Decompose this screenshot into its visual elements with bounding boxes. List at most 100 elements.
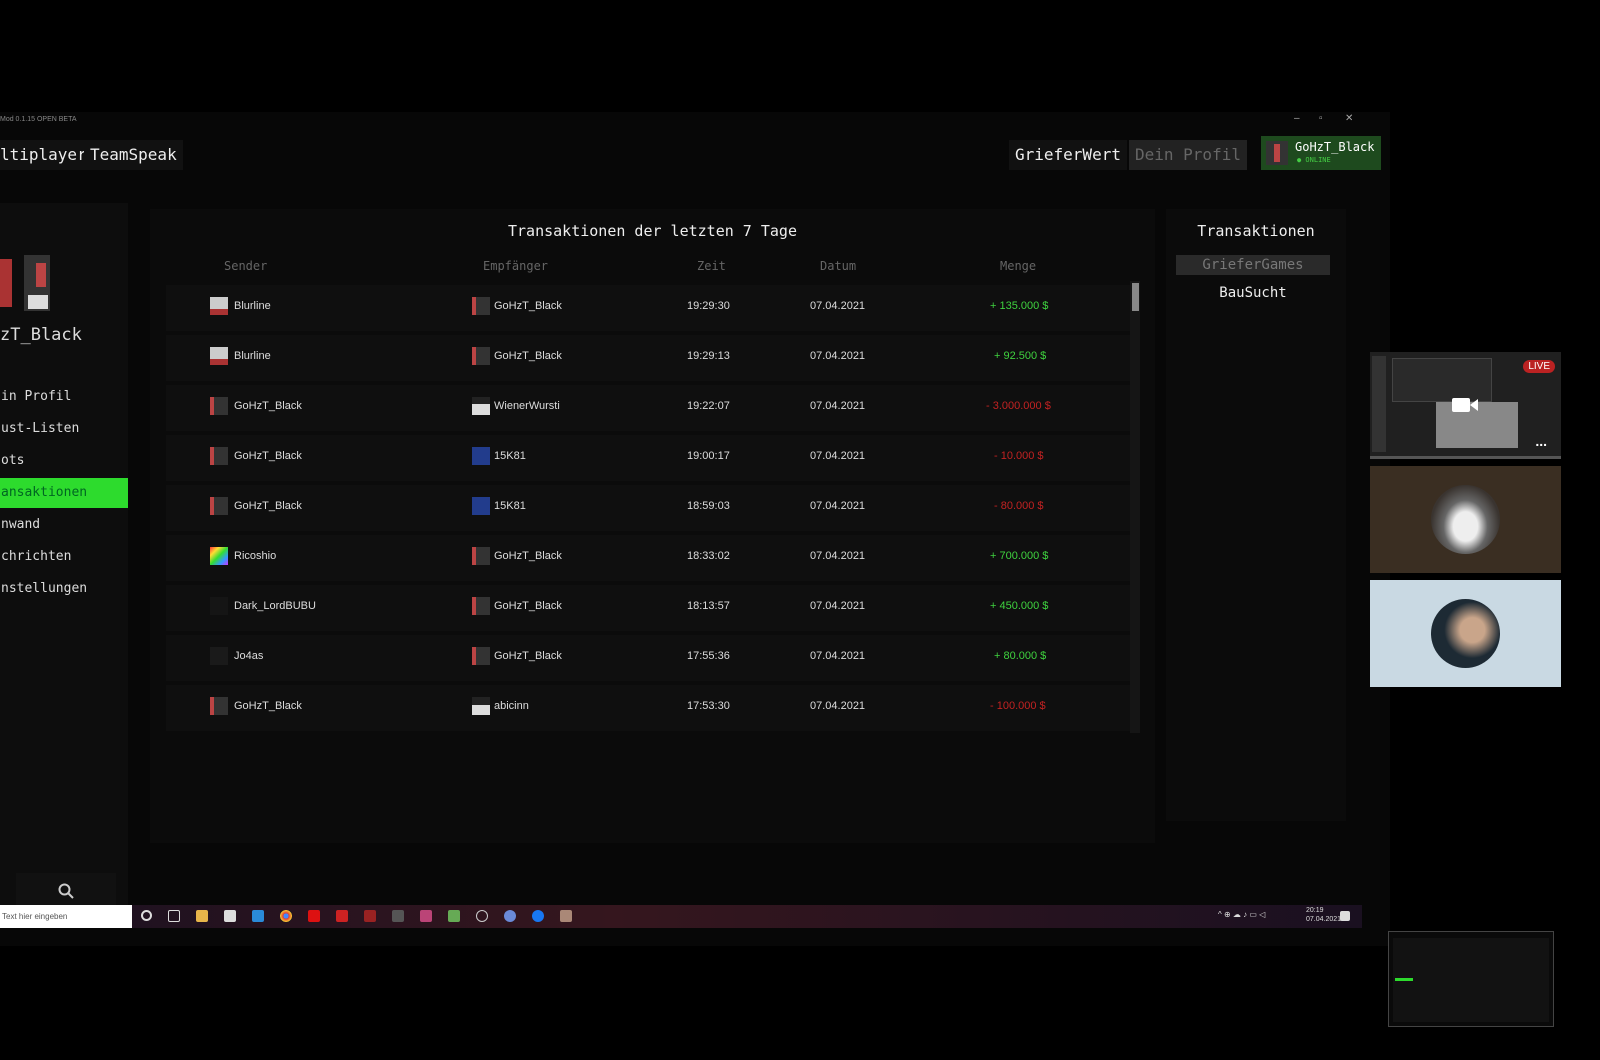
amount-cell: + 135.000 $ xyxy=(990,300,1049,312)
table-row[interactable]: Dark_LordBUBU GoHzT_Black 18:13:57 07.04… xyxy=(166,585,1132,631)
clock[interactable]: 20:19 07.04.2021 xyxy=(1306,906,1341,924)
participant-avatar xyxy=(1431,599,1500,668)
table-row[interactable]: Blurline GoHzT_Black 19:29:13 07.04.2021… xyxy=(166,335,1132,381)
receiver-name: 15K81 xyxy=(494,450,526,462)
sidebar-item-profil[interactable]: in Profil xyxy=(0,382,128,412)
maximize-button[interactable]: ▫ xyxy=(1319,113,1323,124)
amount-cell: + 92.500 $ xyxy=(994,350,1047,362)
sender-name: GoHzT_Black xyxy=(234,700,302,712)
discord-icon[interactable] xyxy=(504,910,516,922)
app-icon-dark[interactable] xyxy=(392,910,404,922)
top-navigation: ltiplayer TeamSpeak GrieferWert Dein Pro… xyxy=(0,140,1390,180)
sender-avatar xyxy=(210,447,228,465)
column-header-sender: Sender xyxy=(224,259,268,273)
cortana-icon[interactable] xyxy=(141,910,152,921)
obs-icon[interactable] xyxy=(476,910,488,922)
sidebar-item-transaktionen[interactable]: ansaktionen xyxy=(0,478,128,508)
minecraft-icon[interactable] xyxy=(448,910,460,922)
time-cell: 17:53:30 xyxy=(687,700,730,712)
tray-icons[interactable]: ^ ⊕ ☁ ♪ ▭ ◁ xyxy=(1218,910,1265,919)
time-cell: 19:29:30 xyxy=(687,300,730,312)
amount-cell: + 450.000 $ xyxy=(990,600,1049,612)
taskbar-search-input[interactable]: Text hier eingeben xyxy=(0,905,132,928)
game-window: Mod 0.1.15 OPEN BETA – ▫ ✕ ltiplayer Tea… xyxy=(0,112,1390,946)
user-profile-chip[interactable]: GoHzT_Black ● ONLINE xyxy=(1261,136,1381,170)
sidebar: zT_Black in Profil ust-Listen ots ansakt… xyxy=(0,203,128,913)
sender-avatar xyxy=(210,397,228,415)
minimize-button[interactable]: – xyxy=(1294,113,1300,124)
bausucht-button[interactable]: BauSucht xyxy=(1176,283,1330,303)
table-row[interactable]: GoHzT_Black WienerWursti 19:22:07 07.04.… xyxy=(166,385,1132,431)
notifications-icon[interactable] xyxy=(1340,911,1350,921)
multiplayer-tab[interactable]: ltiplayer xyxy=(0,140,93,170)
sender-avatar xyxy=(210,497,228,515)
receiver-name: GoHzT_Black xyxy=(494,600,562,612)
transactions-side-panel: Transaktionen GrieferGames BauSucht xyxy=(1166,209,1346,821)
facebook-icon[interactable] xyxy=(532,910,544,922)
table-row[interactable]: Ricoshio GoHzT_Black 18:33:02 07.04.2021… xyxy=(166,535,1132,581)
participant-tile-2[interactable] xyxy=(1370,580,1561,687)
receiver-avatar xyxy=(472,597,490,615)
date-cell: 07.04.2021 xyxy=(810,600,866,612)
column-header-menge: Menge xyxy=(1000,259,1037,273)
date-cell: 07.04.2021 xyxy=(810,350,866,362)
sidebar-item-pinnwand[interactable]: nwand xyxy=(0,510,128,540)
sidebar-item-plots[interactable]: ots xyxy=(0,446,128,476)
table-row[interactable]: GoHzT_Black 15K81 19:00:17 07.04.2021 - … xyxy=(166,435,1132,481)
app-icon-red[interactable] xyxy=(308,910,320,922)
date-cell: 07.04.2021 xyxy=(810,550,866,562)
date-cell: 07.04.2021 xyxy=(810,400,866,412)
date-cell: 07.04.2021 xyxy=(810,700,866,712)
sidebar-item-nachrichten[interactable]: chrichten xyxy=(0,542,128,572)
clock-date: 07.04.2021 xyxy=(1306,916,1342,923)
labymod-icon[interactable] xyxy=(560,910,572,922)
time-cell: 18:59:03 xyxy=(687,500,730,512)
mail-icon[interactable] xyxy=(252,910,264,922)
receiver-name: WienerWursti xyxy=(494,400,560,412)
app-icon-pink[interactable] xyxy=(420,910,432,922)
grieferdames-button[interactable]: GrieferGames xyxy=(1176,255,1330,275)
receiver-avatar xyxy=(472,697,490,715)
column-header-datum: Datum xyxy=(820,259,857,273)
amount-cell: - 3.000.000 $ xyxy=(986,400,1051,412)
store-icon[interactable] xyxy=(224,910,236,922)
table-row[interactable]: Blurline GoHzT_Black 19:29:30 07.04.2021… xyxy=(166,285,1132,331)
sidebar-item-einstellungen[interactable]: nstellungen xyxy=(0,574,128,604)
app-icon-msi[interactable] xyxy=(364,910,376,922)
close-button[interactable]: ✕ xyxy=(1345,113,1353,124)
screen-share-tile[interactable]: LIVE ... xyxy=(1370,352,1561,459)
side-panel-title: Transaktionen xyxy=(1197,222,1315,240)
table-row[interactable]: GoHzT_Black abicinn 17:53:30 07.04.2021 … xyxy=(166,685,1132,731)
sender-name: Blurline xyxy=(234,300,271,312)
sender-avatar xyxy=(210,297,228,315)
search-icon xyxy=(58,883,74,899)
chrome-icon[interactable] xyxy=(280,910,292,922)
table-row[interactable]: Jo4as GoHzT_Black 17:55:36 07.04.2021 + … xyxy=(166,635,1132,681)
time-cell: 19:22:07 xyxy=(687,400,730,412)
sender-avatar xyxy=(210,347,228,365)
file-explorer-icon[interactable] xyxy=(196,910,208,922)
table-row[interactable]: GoHzT_Black 15K81 18:59:03 07.04.2021 - … xyxy=(166,485,1132,531)
task-view-icon[interactable] xyxy=(168,910,180,922)
time-cell: 19:29:13 xyxy=(687,350,730,362)
sidebar-search-button[interactable] xyxy=(16,873,116,909)
teamspeak-tab[interactable]: TeamSpeak xyxy=(84,140,183,170)
sender-avatar xyxy=(210,647,228,665)
grieferwert-tab[interactable]: GrieferWert xyxy=(1009,140,1127,170)
receiver-avatar xyxy=(472,347,490,365)
receiver-avatar xyxy=(472,297,490,315)
window-title: Mod 0.1.15 OPEN BETA xyxy=(0,116,77,123)
app-icon-pdf[interactable] xyxy=(336,910,348,922)
transactions-scrollbar[interactable] xyxy=(1130,281,1140,733)
dein-profil-tab[interactable]: Dein Profil xyxy=(1129,140,1247,170)
sidebar-item-trust-listen[interactable]: ust-Listen xyxy=(0,414,128,444)
avatar xyxy=(1266,141,1288,165)
receiver-name: GoHzT_Black xyxy=(494,300,562,312)
sender-avatar xyxy=(210,697,228,715)
receiver-avatar xyxy=(472,447,490,465)
user-name: GoHzT_Black xyxy=(1295,140,1375,154)
scrollbar-thumb[interactable] xyxy=(1132,283,1139,311)
participant-tile-1[interactable] xyxy=(1370,466,1561,573)
time-cell: 18:13:57 xyxy=(687,600,730,612)
more-options-icon[interactable]: ... xyxy=(1535,433,1547,449)
